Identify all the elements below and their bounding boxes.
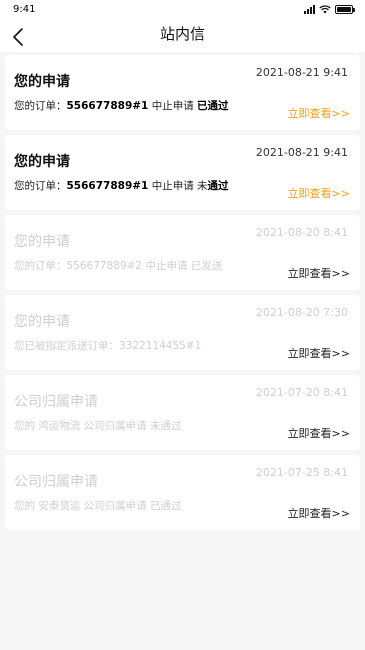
message-desc: 您的订单：556677889#2 中止申请 已发送 xyxy=(14,260,223,272)
view-now-link[interactable]: 立即查看>> xyxy=(288,105,350,121)
message-title: 您的申请 xyxy=(14,74,70,90)
message-desc: 您的 安泰货运 公司归属申请 已通过 xyxy=(14,500,182,512)
message-time: 2021-08-20 8:41 xyxy=(255,226,348,239)
message-card[interactable]: 公司归属申请 2021-07-25 8:41 您的 安泰货运 公司归属申请 已通… xyxy=(5,455,360,530)
message-time: 2021-08-20 7:30 xyxy=(255,306,348,319)
message-card[interactable]: 您的申请 2021-08-20 8:41 您的订单：556677889#2 中止… xyxy=(5,215,360,290)
page-title: 站内信 xyxy=(159,25,205,43)
view-now-link[interactable]: 立即查看>> xyxy=(288,185,350,201)
message-title: 您的申请 xyxy=(14,314,70,330)
wifi-icon xyxy=(319,5,331,14)
message-desc: 您已被指定派送订单：3322114455#1 xyxy=(14,340,202,352)
message-desc: 您的订单：556677889#1 中止申请 未通过 xyxy=(14,180,229,192)
signal-icon xyxy=(304,5,315,14)
message-time: 2021-08-21 9:41 xyxy=(255,66,348,79)
view-now-link[interactable]: 立即查看>> xyxy=(288,345,350,361)
message-title: 公司归属申请 xyxy=(14,474,98,490)
message-time: 2021-07-25 8:41 xyxy=(255,466,348,479)
message-card[interactable]: 您的申请 2021-08-21 9:41 您的订单：556677889#1 中止… xyxy=(5,55,360,130)
message-card[interactable]: 您的申请 2021-08-20 7:30 您已被指定派送订单：332211445… xyxy=(5,295,360,370)
message-desc: 您的订单：556677889#1 中止申请 已通过 xyxy=(14,100,229,112)
view-now-link[interactable]: 立即查看>> xyxy=(288,425,350,441)
message-desc: 您的 鸿运物流 公司归属申请 未通过 xyxy=(14,420,182,432)
battery-icon xyxy=(335,5,355,14)
message-list: 您的申请 2021-08-21 9:41 您的订单：556677889#1 中止… xyxy=(5,55,360,535)
message-time: 2021-07-20 8:41 xyxy=(255,386,348,399)
message-title: 您的申请 xyxy=(14,234,70,250)
view-now-link[interactable]: 立即查看>> xyxy=(288,265,350,281)
status-icons xyxy=(304,5,355,14)
nav-bar: 站内信 xyxy=(0,20,365,52)
message-time: 2021-08-21 9:41 xyxy=(255,146,348,159)
message-card[interactable]: 您的申请 2021-08-21 9:41 您的订单：556677889#1 中止… xyxy=(5,135,360,210)
status-bar: 9:41 xyxy=(0,0,365,20)
message-card[interactable]: 公司归属申请 2021-07-20 8:41 您的 鸿运物流 公司归属申请 未通… xyxy=(5,375,360,450)
message-title: 您的申请 xyxy=(14,154,70,170)
status-time: 9:41 xyxy=(13,4,36,15)
message-title: 公司归属申请 xyxy=(14,394,98,410)
view-now-link[interactable]: 立即查看>> xyxy=(288,505,350,521)
